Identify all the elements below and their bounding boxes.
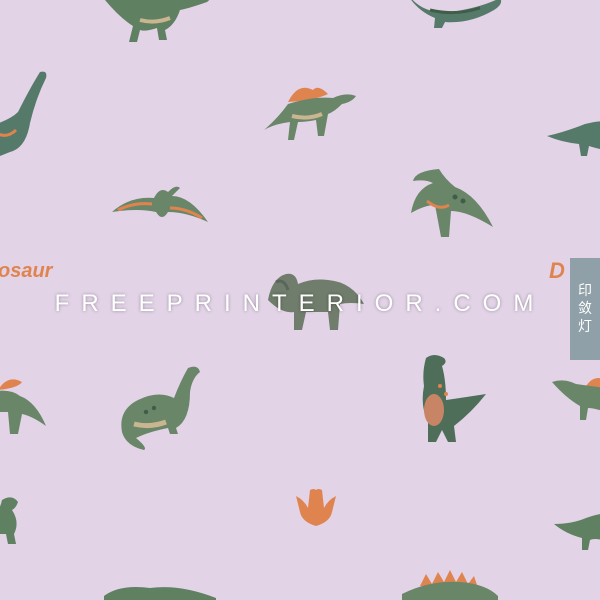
source-badge: 印 敛 灯 — [570, 258, 600, 360]
trex-icon — [554, 514, 600, 550]
dinosaur-label-right: D — [549, 258, 565, 283]
badge-char-2: 敛 — [578, 301, 592, 317]
trex-icon — [105, 0, 210, 42]
spinosaurus-icon — [0, 379, 46, 434]
badge-char-1: 印 — [578, 283, 592, 299]
badge-char-3: 灯 — [578, 319, 592, 335]
sauropod-icon — [0, 71, 47, 156]
dinosaur-pattern-canvas: osaur D FREEPRINTERIOR.COM 印 敛 灯 — [0, 0, 600, 600]
dinosaur-label-left: osaur — [0, 260, 53, 282]
sauropod-icon — [411, 0, 502, 28]
trex-icon — [422, 355, 486, 442]
stegosaurus-icon — [402, 570, 498, 600]
trex-icon — [0, 497, 18, 544]
parasaurolophus-icon — [411, 169, 493, 237]
spinosaurus-icon — [552, 378, 600, 420]
spinosaurus-icon — [264, 87, 356, 140]
watermark: FREEPRINTERIOR.COM — [54, 290, 546, 317]
pterodactyl-icon — [112, 186, 208, 222]
sauropod-icon — [104, 587, 216, 600]
sauropod-icon — [121, 366, 200, 450]
footprint-icon — [296, 489, 336, 526]
sauropod-icon — [547, 121, 600, 156]
